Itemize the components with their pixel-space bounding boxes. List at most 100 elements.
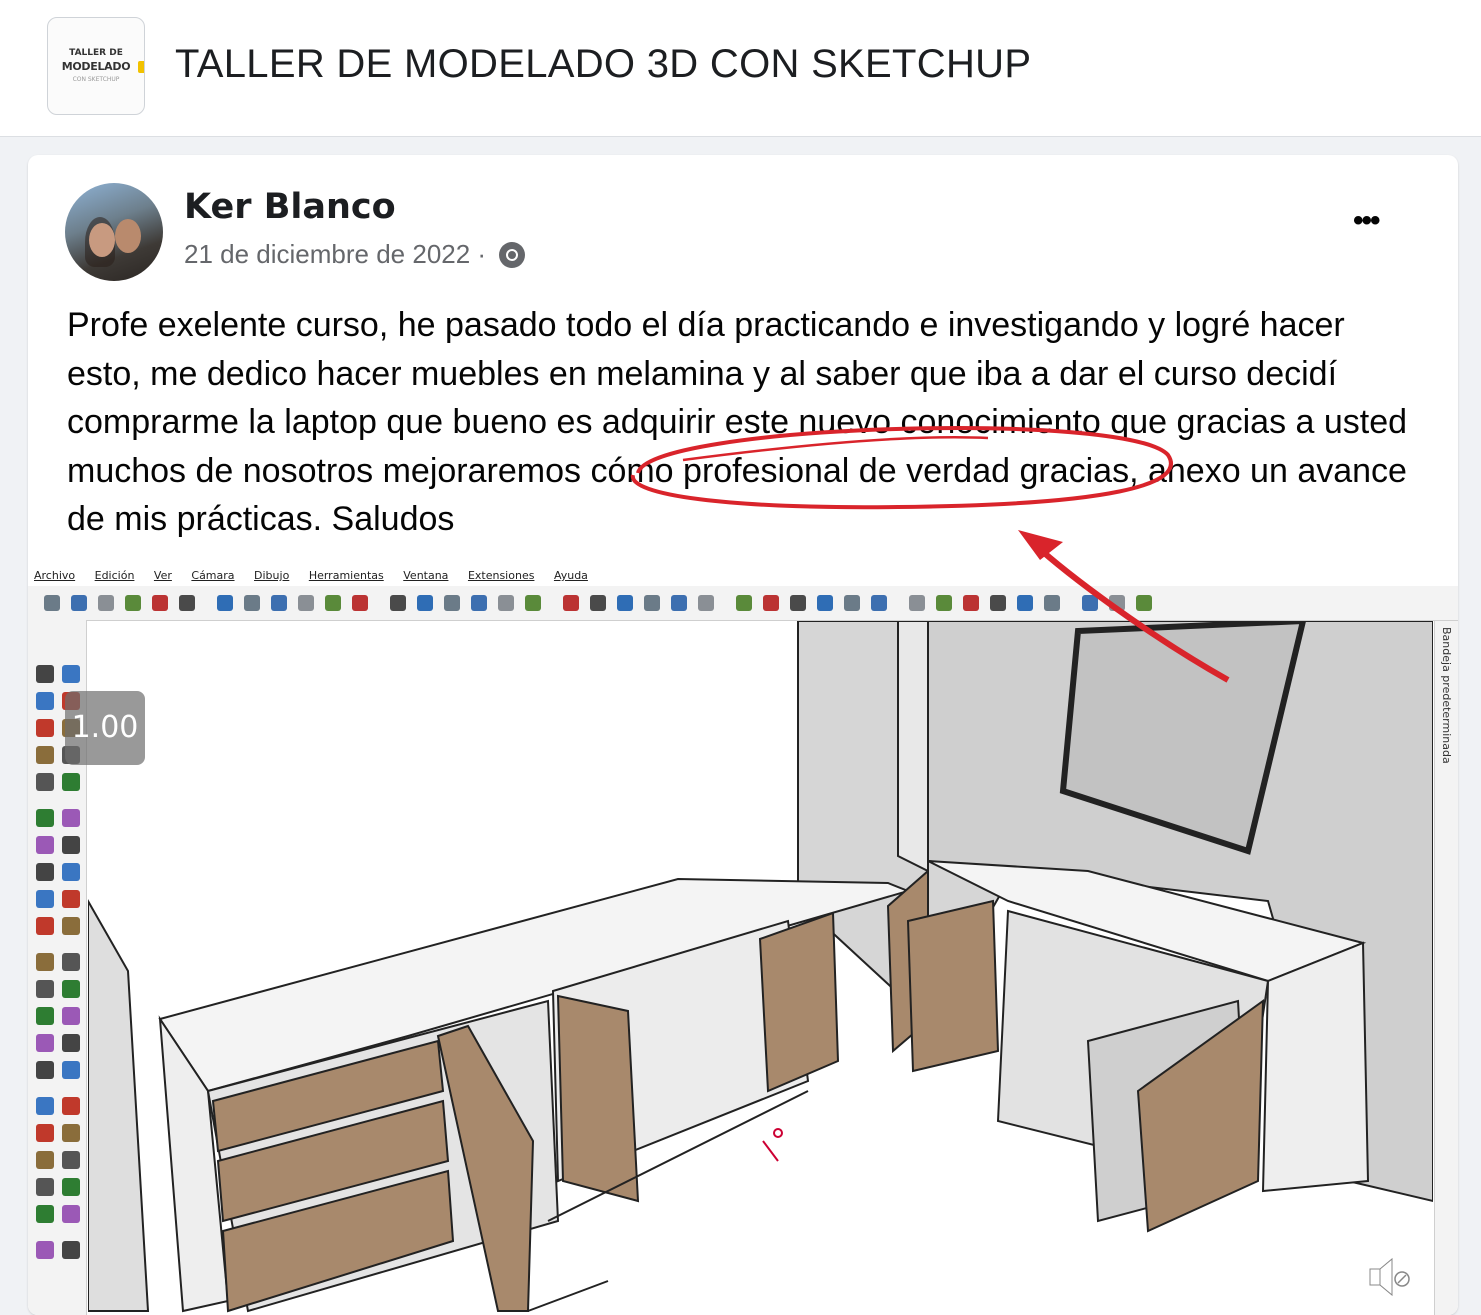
left-tool-icon[interactable]	[36, 1061, 54, 1079]
left-tool-icon[interactable]	[62, 1124, 80, 1142]
group-title[interactable]: TALLER DE MODELADO 3D CON SKETCHUP	[175, 42, 1031, 87]
toolbar-tool-icon[interactable]	[44, 595, 60, 611]
left-tool-icon[interactable]	[36, 836, 54, 854]
toolbar-tool-icon[interactable]	[1109, 595, 1125, 611]
toolbar-tool-icon[interactable]	[71, 595, 87, 611]
left-tool-icon[interactable]	[62, 1241, 80, 1259]
toolbar-tool-icon[interactable]	[98, 595, 114, 611]
toolbar-tool-icon[interactable]	[617, 595, 633, 611]
left-tool-icon[interactable]	[62, 836, 80, 854]
toolbar-tool-icon[interactable]	[1044, 595, 1060, 611]
left-tool-icon[interactable]	[62, 665, 80, 683]
left-tool-icon[interactable]	[62, 1205, 80, 1223]
toolbar-tool-icon[interactable]	[525, 595, 541, 611]
left-tool-icon[interactable]	[36, 863, 54, 881]
left-tool-icon[interactable]	[36, 1205, 54, 1223]
toolbar-tool-icon[interactable]	[736, 595, 752, 611]
toolbar-tool-icon[interactable]	[1136, 595, 1152, 611]
left-tool-icon[interactable]	[36, 665, 54, 683]
toolbar-tool-icon[interactable]	[963, 595, 979, 611]
toolbar-tool-icon[interactable]	[790, 595, 806, 611]
left-tool-icon[interactable]	[62, 1097, 80, 1115]
toolbar-tool-icon[interactable]	[698, 595, 714, 611]
toolbar-tool-icon[interactable]	[417, 595, 433, 611]
left-tool-icon[interactable]	[36, 809, 54, 827]
left-tool-icon[interactable]	[36, 1178, 54, 1196]
toolbar-tool-icon[interactable]	[217, 595, 233, 611]
toolbar-tool-icon[interactable]	[990, 595, 1006, 611]
volume-icon[interactable]	[1366, 1255, 1412, 1299]
toolbar-tool-icon[interactable]	[817, 595, 833, 611]
tray-label[interactable]: Bandeja predeterminada	[1440, 627, 1453, 764]
post-media-sketchup-screenshot[interactable]: Archivo Edición Ver Cámara Dibujo Herram…	[28, 565, 1458, 1315]
left-tool-icon[interactable]	[62, 1007, 80, 1025]
left-tool-icon[interactable]	[36, 1097, 54, 1115]
toolbar-tool-icon[interactable]	[1082, 595, 1098, 611]
left-tool-icon[interactable]	[36, 692, 54, 710]
left-tool-icon[interactable]	[36, 1124, 54, 1142]
left-tool-icon[interactable]	[62, 773, 80, 791]
toolbar-tool-icon[interactable]	[444, 595, 460, 611]
toolbar-tool-icon[interactable]	[763, 595, 779, 611]
left-tool-icon[interactable]	[62, 890, 80, 908]
menu-herramientas[interactable]: Herramientas	[309, 569, 384, 582]
menu-dibujo[interactable]: Dibujo	[254, 569, 289, 582]
toolbar-tool-icon[interactable]	[671, 595, 687, 611]
menu-ayuda[interactable]: Ayuda	[554, 569, 588, 582]
public-group-icon[interactable]	[499, 242, 526, 268]
avatar-face-2	[115, 219, 141, 253]
more-options-button[interactable]: •••	[1353, 206, 1380, 236]
toolbar-tool-icon[interactable]	[352, 595, 368, 611]
toolbar-tool-icon[interactable]	[179, 595, 195, 611]
left-tool-icon[interactable]	[62, 953, 80, 971]
left-tool-icon[interactable]	[36, 1241, 54, 1259]
post-date[interactable]: 21 de diciembre de 2022 ·	[184, 239, 486, 269]
menu-camara[interactable]: Cámara	[191, 569, 234, 582]
toolbar-tool-icon[interactable]	[244, 595, 260, 611]
left-tool-icon[interactable]	[62, 1178, 80, 1196]
avatar[interactable]	[65, 183, 163, 281]
left-tool-icon[interactable]	[36, 1034, 54, 1052]
left-tool-icon[interactable]	[36, 1151, 54, 1169]
left-tool-icon[interactable]	[62, 1151, 80, 1169]
left-tool-icon[interactable]	[36, 980, 54, 998]
menu-extensiones[interactable]: Extensiones	[468, 569, 535, 582]
toolbar-tool-icon[interactable]	[125, 595, 141, 611]
menu-archivo[interactable]: Archivo	[34, 569, 75, 582]
toolbar-tool-icon[interactable]	[644, 595, 660, 611]
left-tool-icon[interactable]	[36, 1007, 54, 1025]
menu-edicion[interactable]: Edición	[95, 569, 135, 582]
toolbar-tool-icon[interactable]	[498, 595, 514, 611]
left-tool-icon[interactable]	[36, 746, 54, 764]
left-tool-icon[interactable]	[62, 863, 80, 881]
left-tool-icon[interactable]	[62, 1034, 80, 1052]
left-tool-icon[interactable]	[62, 917, 80, 935]
toolbar-tool-icon[interactable]	[271, 595, 287, 611]
toolbar-tool-icon[interactable]	[563, 595, 579, 611]
toolbar-tool-icon[interactable]	[325, 595, 341, 611]
left-tool-icon[interactable]	[36, 917, 54, 935]
left-tool-icon[interactable]	[36, 953, 54, 971]
toolbar-tool-icon[interactable]	[298, 595, 314, 611]
toolbar-tool-icon[interactable]	[1017, 595, 1033, 611]
left-tool-icon[interactable]	[36, 773, 54, 791]
toolbar-tool-icon[interactable]	[936, 595, 952, 611]
toolbar-tool-icon[interactable]	[152, 595, 168, 611]
author-name[interactable]: Ker Blanco	[184, 187, 396, 227]
left-tool-icon[interactable]	[36, 719, 54, 737]
toolbar-tool-icon[interactable]	[590, 595, 606, 611]
left-tool-icon[interactable]	[62, 980, 80, 998]
kitchen-model-drawing	[88, 621, 1433, 1315]
menu-ver[interactable]: Ver	[154, 569, 172, 582]
toolbar-tool-icon[interactable]	[390, 595, 406, 611]
group-logo[interactable]: TALLER DE MODELADO CON SKETCHUP	[47, 17, 145, 115]
left-tool-icon[interactable]	[62, 809, 80, 827]
left-tool-icon[interactable]	[62, 1061, 80, 1079]
toolbar-tool-icon[interactable]	[909, 595, 925, 611]
left-tool-icon[interactable]	[36, 890, 54, 908]
toolbar-tool-icon[interactable]	[471, 595, 487, 611]
sketchup-viewport[interactable]	[88, 621, 1433, 1315]
toolbar-tool-icon[interactable]	[844, 595, 860, 611]
menu-ventana[interactable]: Ventana	[403, 569, 448, 582]
toolbar-tool-icon[interactable]	[871, 595, 887, 611]
